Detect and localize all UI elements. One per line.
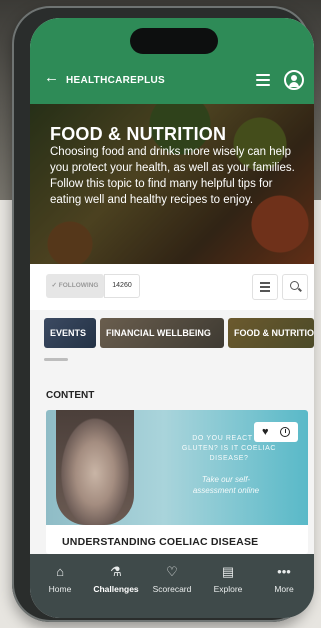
nav-scorecard[interactable]: ♡ Scorecard	[144, 564, 200, 594]
app-title: HEALTHCAREPLUS	[66, 75, 166, 86]
following-button[interactable]: ✓ FOLLOWING	[46, 274, 104, 298]
nav-explore[interactable]: ▤ Explore	[200, 564, 256, 594]
bottom-nav: ⌂ Home ⚗ Challenges ♡ Scorecard ▤ Explor…	[30, 554, 314, 618]
home-icon: ⌂	[56, 564, 64, 579]
nav-home[interactable]: ⌂ Home	[32, 564, 88, 594]
tab-events[interactable]: EVENTS	[44, 318, 96, 348]
sliders-icon	[260, 282, 270, 292]
search-icon	[290, 281, 299, 290]
woman-portrait	[56, 410, 134, 525]
nav-challenges[interactable]: ⚗ Challenges	[88, 564, 144, 594]
hero-banner: FOOD & NUTRITION Choosing food and drink…	[30, 104, 314, 264]
dynamic-island	[130, 28, 218, 54]
scroll-indicator[interactable]	[44, 358, 68, 361]
nav-more-label: More	[274, 584, 294, 594]
page-description: Choosing food and drinks more wisely can…	[50, 146, 295, 206]
flask-icon: ⚗	[110, 564, 122, 579]
card-actions: ♥	[254, 422, 298, 442]
page-title: FOOD & NUTRITION	[50, 124, 227, 144]
more-icon: •••	[277, 564, 291, 579]
nav-more[interactable]: ••• More	[256, 564, 312, 594]
back-arrow-icon[interactable]: ←	[44, 70, 59, 85]
heart-icon: ♡	[166, 564, 178, 579]
article-image: DO YOU REACT TO GLUTEN? IS IT COELIAC DI…	[46, 410, 308, 525]
hamburger-icon[interactable]	[256, 74, 270, 86]
nav-scorecard-label: Scorecard	[152, 584, 192, 594]
article-title[interactable]: UNDERSTANDING COELIAC DISEASE	[62, 536, 258, 548]
follower-count: 14260	[104, 274, 140, 298]
search-button[interactable]	[282, 274, 308, 300]
phone-frame: ← HEALTHCAREPLUS FOOD & NUTRITION Choosi…	[12, 6, 314, 622]
stack-icon: ▤	[221, 564, 235, 579]
filter-button[interactable]	[252, 274, 278, 300]
image-caption-cta: Take our self-assessment online	[192, 475, 260, 495]
nav-home-label: Home	[48, 584, 72, 594]
topic-tabs: EVENTS FINANCIAL WELLBEING FOOD & NUTRIT…	[30, 310, 314, 374]
article-card[interactable]: DO YOU REACT TO GLUTEN? IS IT COELIAC DI…	[46, 410, 308, 554]
tab-food-nutrition[interactable]: FOOD & NUTRITION	[228, 318, 314, 348]
nav-challenges-label: Challenges	[93, 584, 139, 594]
content-heading: CONTENT	[46, 390, 95, 401]
nav-explore-label: Explore	[213, 584, 243, 594]
app-screen: ← HEALTHCAREPLUS FOOD & NUTRITION Choosi…	[30, 18, 314, 618]
user-icon[interactable]	[284, 70, 304, 90]
clock-icon[interactable]	[280, 427, 290, 437]
tab-financial-wellbeing[interactable]: FINANCIAL WELLBEING	[100, 318, 224, 348]
follow-bar: ✓ FOLLOWING 14260	[30, 264, 314, 310]
favorite-heart-icon[interactable]: ♥	[262, 426, 269, 438]
